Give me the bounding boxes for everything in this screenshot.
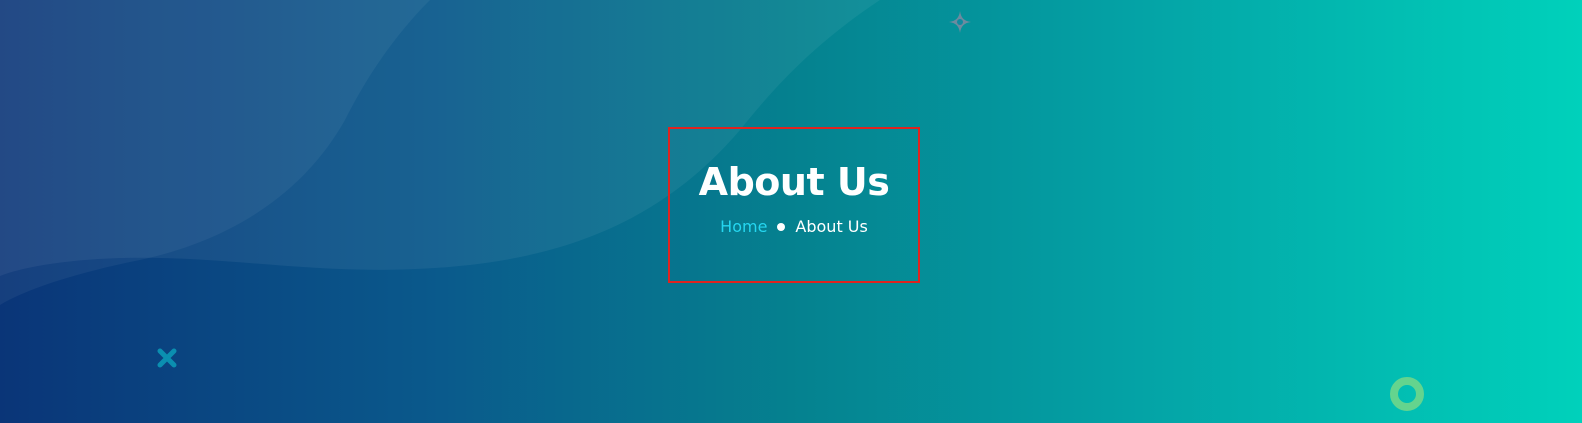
breadcrumb: Home About Us xyxy=(720,217,868,237)
page-banner: About Us Home About Us xyxy=(0,0,1582,423)
cross-icon xyxy=(157,348,177,368)
sparkle-star-icon xyxy=(949,11,971,33)
page-title: About Us xyxy=(698,160,890,204)
breadcrumb-home-link[interactable]: Home xyxy=(720,217,767,237)
breadcrumb-current: About Us xyxy=(795,217,868,236)
breadcrumb-separator-dot-icon xyxy=(777,223,786,231)
ring-icon xyxy=(1390,377,1424,411)
title-block: About Us Home About Us xyxy=(668,127,920,283)
